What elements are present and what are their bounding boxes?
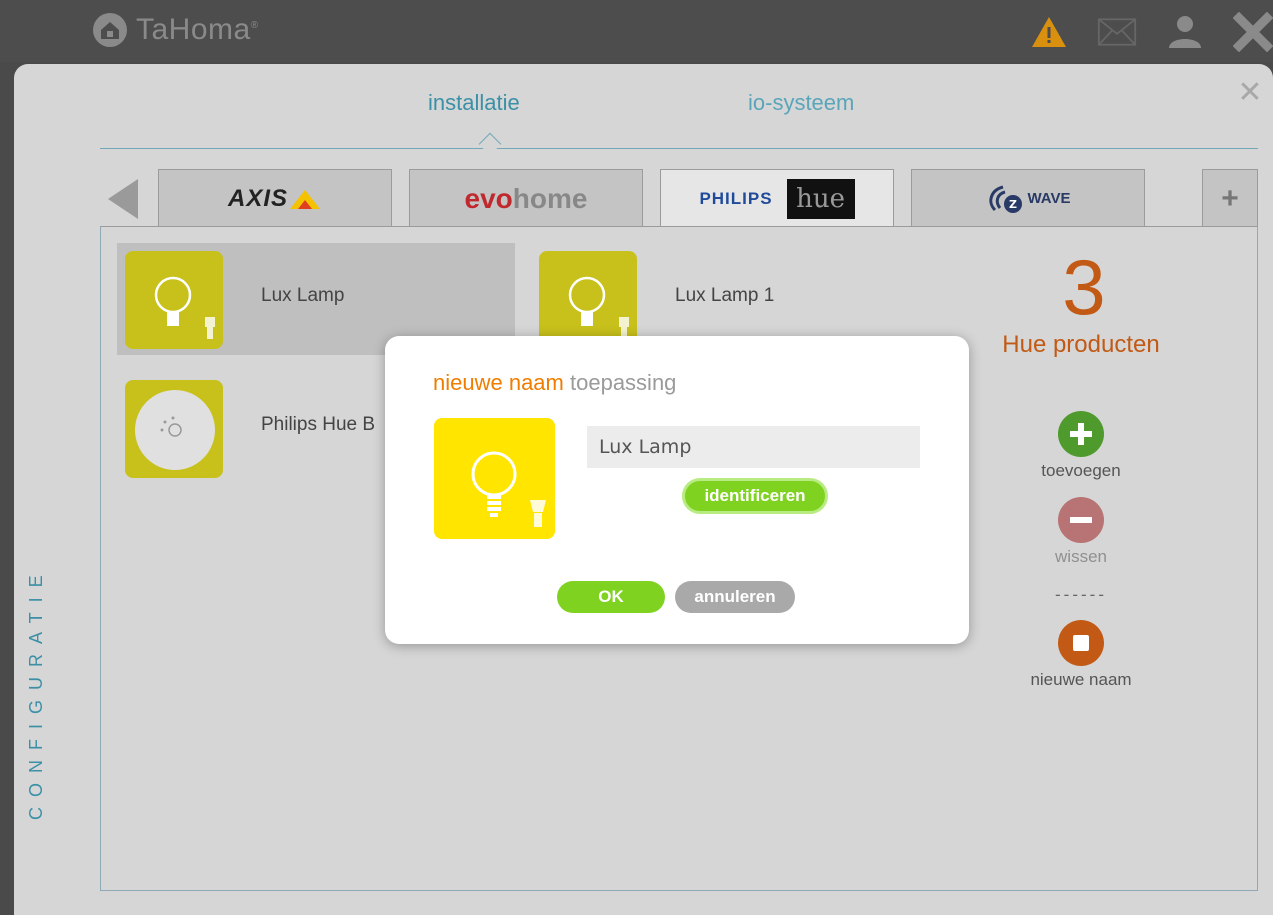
bulb-icon (539, 251, 637, 349)
app-name: TaHoma® (136, 13, 259, 46)
hue-logo: hue (786, 178, 855, 219)
device-name: Lux Lamp (261, 285, 345, 306)
evohome-logo: evohome (464, 182, 588, 214)
product-count: 3 (1062, 243, 1106, 331)
tab-zwave[interactable]: Z WAVE (911, 169, 1145, 227)
tab-axis[interactable]: AXIS (158, 169, 392, 227)
axis-triangle-icon (290, 189, 320, 209)
home-logo-icon (93, 13, 127, 47)
scroll-left-arrow-icon[interactable] (108, 179, 138, 219)
bulb-icon (125, 251, 223, 349)
side-label: CONFIGURATIE (26, 565, 46, 820)
axis-logo: AXIS (227, 184, 288, 212)
brand-tabs: AXIS evohome PHILIPS hue Z WAVE + (100, 169, 1258, 227)
plus-icon (1058, 411, 1104, 457)
brand: TaHoma® (92, 12, 259, 48)
square-icon (1058, 620, 1104, 666)
rename-dialog: nieuwe naam toepassing identificeren OK … (385, 336, 969, 644)
delete-device-button[interactable]: wissen (1001, 497, 1161, 567)
tab-installatie[interactable]: installatie (428, 90, 520, 116)
philips-logo: PHILIPS (699, 188, 773, 208)
user-icon[interactable] (1165, 14, 1205, 50)
product-count-label: Hue producten (1002, 331, 1160, 358)
rename-device-button[interactable]: nieuwe naam (1001, 620, 1161, 690)
cancel-button[interactable]: annuleren (675, 581, 795, 613)
bulb-icon (434, 418, 555, 539)
add-brand-button[interactable]: + (1202, 169, 1258, 227)
add-device-button[interactable]: toevoegen (1001, 411, 1161, 481)
minus-icon (1058, 497, 1104, 543)
device-name: Philips Hue B (261, 414, 376, 435)
tab-underline (100, 148, 1258, 149)
tab-philips-hue[interactable]: PHILIPS hue (660, 169, 894, 227)
view-tabs: installatie io-systeem (100, 88, 1258, 156)
close-icon[interactable] (1233, 12, 1273, 52)
zwave-signal-icon: Z (989, 185, 1023, 213)
identify-button[interactable]: identificeren (682, 478, 828, 514)
hue-bridge-icon (125, 380, 223, 478)
ok-button[interactable]: OK (557, 581, 665, 613)
top-icons (1029, 12, 1273, 52)
mail-icon[interactable] (1097, 14, 1137, 50)
tab-evohome[interactable]: evohome (409, 169, 643, 227)
tab-io-systeem[interactable]: io-systeem (748, 90, 854, 116)
active-tab-caret (478, 132, 502, 156)
svg-text:Z: Z (1009, 198, 1017, 211)
top-bar: TaHoma® (0, 0, 1273, 62)
actions-separator: ------ (1055, 585, 1107, 604)
device-name-input[interactable] (587, 426, 920, 468)
zwave-logo: Z WAVE (985, 184, 1071, 214)
dialog-title: nieuwe naam toepassing (433, 370, 677, 395)
warning-icon[interactable] (1029, 14, 1069, 50)
device-name: Lux Lamp 1 (675, 285, 775, 306)
